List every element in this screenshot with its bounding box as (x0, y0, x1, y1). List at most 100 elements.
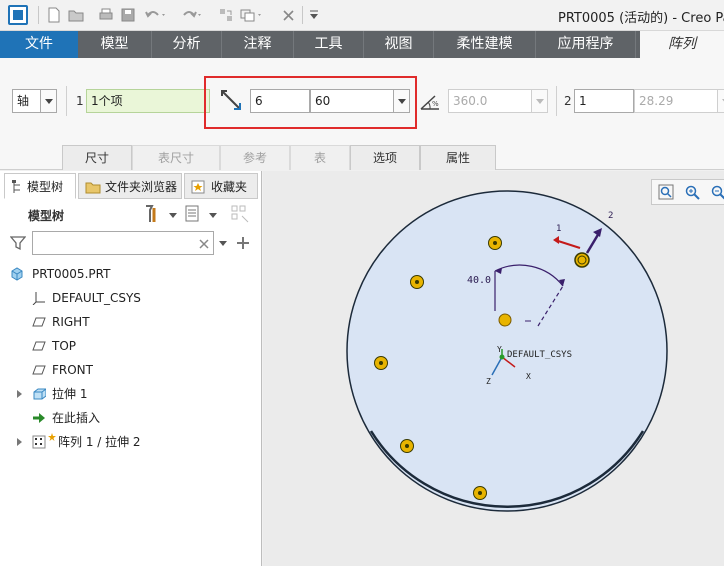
new-file-icon[interactable] (46, 7, 62, 23)
direction2-spacing-input[interactable]: 28.29 (634, 89, 718, 113)
direction2-spacing-dropdown[interactable] (717, 89, 724, 113)
folder-icon (85, 182, 101, 194)
ribbon-tab-bar: 文件 模型 分析 注释 工具 视图 柔性建模 应用程序 阵列 (0, 31, 724, 58)
pattern-member-marker[interactable] (400, 439, 414, 453)
save-icon[interactable] (120, 7, 136, 23)
angular-extent-icon[interactable]: % (419, 92, 443, 112)
pattern-type-dropdown[interactable] (40, 89, 57, 113)
tree-settings-icon[interactable] (142, 204, 164, 224)
model-tree-title: 模型树 (28, 209, 65, 223)
tree-filter-input[interactable] (32, 231, 214, 255)
pattern-type-select[interactable]: 轴 (12, 89, 42, 113)
redo-icon[interactable] (180, 7, 204, 23)
direction1-index: 1 (76, 94, 84, 108)
direction2-index: 2 (564, 94, 572, 108)
title-bar: PRT0005 (活动的) - Creo Pa (0, 0, 724, 31)
angular-extent-input[interactable]: 360.0 (448, 89, 532, 113)
highlight-box (204, 76, 417, 129)
tab-file[interactable]: 文件 (0, 31, 78, 58)
csys-axis-y: Y (497, 345, 502, 354)
insert-arrow-icon (33, 413, 45, 423)
panel-tab-favorites[interactable]: 收藏夹 (184, 173, 258, 199)
tab-annotate[interactable]: 注释 (222, 31, 294, 58)
tab-table[interactable]: 表 (290, 145, 350, 170)
show-hide-icon[interactable] (230, 204, 252, 224)
tree-item-label: DEFAULT_CSYS (52, 291, 141, 305)
creo-logo-icon[interactable] (8, 5, 28, 25)
modified-star-icon (48, 433, 56, 441)
leader-member-marker[interactable] (498, 313, 512, 327)
clear-icon[interactable] (198, 238, 210, 250)
divider (556, 86, 557, 116)
filter-icon[interactable] (10, 235, 26, 251)
svg-text:%: % (432, 100, 439, 108)
tree-item-label: 在此插入 (52, 411, 101, 425)
toolbar-divider (302, 6, 303, 24)
pattern-member-marker[interactable] (574, 252, 590, 268)
tab-analysis[interactable]: 分析 (152, 31, 222, 58)
pattern-member-marker[interactable] (473, 486, 487, 500)
pattern-member-marker[interactable] (488, 236, 502, 250)
tab-table-dimensions[interactable]: 表尺寸 (132, 145, 220, 170)
toolbar-divider (38, 6, 39, 24)
panel-tab-label: 文件夹浏览器 (105, 180, 178, 194)
tab-tools[interactable]: 工具 (294, 31, 364, 58)
pattern-member-marker[interactable] (410, 275, 424, 289)
tree-item-label: 阵列 1 / 拉伸 2 (58, 435, 141, 449)
customize-toolbar-icon[interactable] (308, 7, 320, 23)
tree-display-icon[interactable] (184, 204, 202, 224)
direction-2-label: 2 (608, 211, 613, 221)
angular-extent-dropdown[interactable] (531, 89, 548, 113)
expand-icon[interactable] (17, 438, 22, 446)
graphics-window[interactable]: 40.0 1 2 Y X Z DEFAULT_CSYS (263, 171, 724, 566)
tree-item-label: FRONT (52, 363, 93, 377)
tab-flexible-modeling[interactable]: 柔性建模 (434, 31, 536, 58)
tab-model[interactable]: 模型 (78, 31, 152, 58)
divider (66, 86, 67, 116)
part-icon (11, 267, 23, 281)
pattern-member-marker[interactable] (374, 356, 388, 370)
model-viewport: 40.0 1 2 Y X Z DEFAULT_CSYS (346, 190, 668, 512)
tab-applications[interactable]: 应用程序 (536, 31, 636, 58)
tab-dimensions[interactable]: 尺寸 (62, 145, 132, 170)
navigator-panel: 模型树 文件夹浏览器 收藏夹 模型树 PRT0005.PRT DEFAULT_C… (0, 171, 262, 566)
panel-tab-folder-browser[interactable]: 文件夹浏览器 (78, 173, 182, 199)
panel-tab-label: 模型树 (27, 180, 64, 194)
favorites-icon (191, 180, 205, 194)
csys-icon (32, 292, 45, 305)
open-folder-icon[interactable] (68, 7, 84, 23)
datum-plane-icon (32, 317, 46, 327)
datum-plane-icon (32, 341, 46, 351)
csys-label: DEFAULT_CSYS (507, 350, 572, 360)
tree-item-label: 拉伸 1 (52, 387, 88, 401)
expand-icon[interactable] (17, 390, 22, 398)
chevron-down-icon[interactable] (168, 211, 178, 219)
add-icon[interactable] (236, 236, 250, 250)
axis-reference-collector[interactable]: 1个项 (86, 89, 210, 113)
direction2-count-input[interactable]: 1 (574, 89, 634, 113)
tab-properties[interactable]: 属性 (420, 145, 496, 170)
tree-item-label: PRT0005.PRT (32, 267, 111, 281)
csys-axis-x: X (526, 372, 531, 381)
pattern-icon (32, 435, 46, 449)
tab-pattern[interactable]: 阵列 (640, 31, 724, 58)
tab-references[interactable]: 参考 (220, 145, 290, 170)
tab-view[interactable]: 视图 (364, 31, 434, 58)
extrude-icon (33, 388, 46, 400)
print-icon[interactable] (98, 7, 114, 23)
csys-axis-z: Z (486, 377, 491, 386)
chevron-down-icon[interactable] (218, 239, 228, 247)
tree-item-label: TOP (52, 339, 77, 353)
tree-item-label: RIGHT (52, 315, 90, 329)
model-tree-icon (12, 180, 20, 193)
datum-plane-icon (32, 365, 46, 375)
window-title: PRT0005 (活动的) - Creo Pa (558, 11, 724, 26)
undo-icon[interactable] (144, 7, 168, 23)
chevron-down-icon[interactable] (208, 211, 218, 219)
angle-dimension-value[interactable]: 40.0 (467, 275, 491, 286)
close-window-icon[interactable] (282, 7, 296, 23)
windows-icon[interactable] (240, 7, 264, 23)
tab-options[interactable]: 选项 (350, 145, 420, 170)
regenerate-icon[interactable] (218, 7, 234, 23)
panel-tab-model-tree[interactable]: 模型树 (4, 173, 76, 199)
